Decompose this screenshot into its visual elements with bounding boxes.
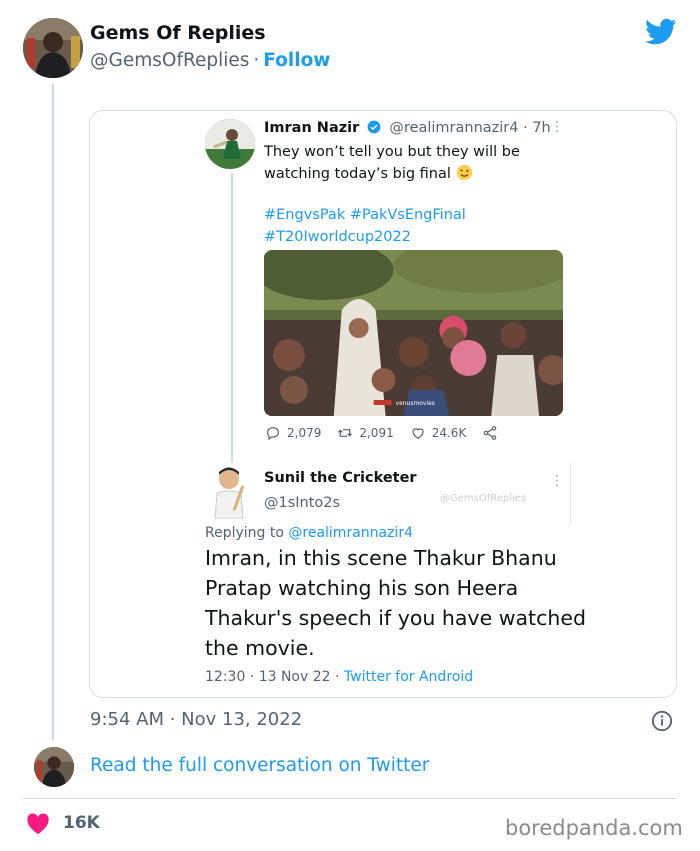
- imran-handle: @realimrannazir4 · 7h: [389, 120, 551, 136]
- like-count-inner: 24.6K: [431, 426, 467, 440]
- winking-face-icon: [456, 164, 472, 181]
- replying-prefix: Replying to: [205, 525, 284, 541]
- reply-meta: 12:30 · 13 Nov 22 · Twitter for Android: [205, 669, 473, 685]
- reply-client: Twitter for Android: [343, 669, 474, 685]
- share-icon: [484, 426, 497, 440]
- hashtags-line-2: #T20Iworldcup2022: [264, 229, 411, 245]
- heart-icon[interactable]: [26, 813, 50, 835]
- imran-tweet-text: They won’t tell you but they will be wat…: [264, 141, 554, 185]
- hashtags-line-1: #EngvsPak #PakVsEngFinal: [264, 207, 466, 223]
- verified-badge-icon: [367, 120, 381, 134]
- imran-tweet-body: They won’t tell you but they will be wat…: [264, 144, 520, 182]
- imran-name: Imran Nazir: [264, 120, 360, 136]
- watermark-text: @GemsOfReplies: [440, 493, 527, 504]
- tweet-embed: Gems Of Replies @GemsOfReplies · Follow Im…: [0, 0, 700, 851]
- retweet-icon: [338, 429, 353, 437]
- thread-line: [52, 84, 54, 740]
- reply-icon: [267, 427, 279, 441]
- reply-divider: [570, 463, 571, 523]
- author-handle[interactable]: @GemsOfReplies: [90, 50, 249, 71]
- reply-time: 12:30 · 13 Nov 22 ·: [205, 669, 344, 685]
- sunil-name: Sunil the Cricketer: [264, 470, 417, 486]
- boredpanda-watermark: boredpanda.com: [505, 816, 683, 840]
- author-avatar[interactable]: [23, 18, 83, 78]
- reply-text: Imran, in this scene Thakur Bhanu Pratap…: [205, 546, 586, 660]
- sunil-avatar: [207, 463, 255, 519]
- inner-thread-line: [231, 173, 233, 491]
- quoted-screenshot[interactable]: Imran Nazir @realimrannazir4 · 7h ⋮ They…: [89, 110, 677, 698]
- imran-avatar: [205, 119, 255, 169]
- media-caption: venusmovies: [396, 400, 435, 407]
- separator: ·: [253, 50, 260, 71]
- like-outline-icon: [412, 428, 424, 440]
- twitter-bird-icon[interactable]: [645, 18, 677, 46]
- reply-action: 2,079: [265, 425, 321, 441]
- like-action: 24.6K: [410, 425, 467, 441]
- footer-divider: [23, 798, 677, 799]
- tweet-timestamp[interactable]: 9:54 AM · Nov 13, 2022: [90, 709, 302, 730]
- reply-more-dots-icon: ⋮: [550, 473, 564, 489]
- sunil-handle: @1sInto2s: [264, 495, 341, 511]
- follow-button[interactable]: Follow: [263, 50, 330, 71]
- hashtags: #EngvsPak #PakVsEngFinal #T20Iworldcup20…: [264, 204, 564, 248]
- tweet-actions: 2,079 2,091 24.6K: [265, 425, 520, 441]
- info-icon[interactable]: [651, 710, 673, 732]
- movie-still-image: venusmovies: [264, 250, 563, 416]
- replying-mention: @realimrannazir4: [288, 525, 414, 541]
- imran-name-row: Imran Nazir @realimrannazir4 · 7h: [264, 120, 551, 136]
- share-action: [482, 425, 504, 441]
- retweet-count: 2,091: [359, 426, 394, 440]
- more-dots-icon: ⋮: [550, 119, 564, 135]
- read-full-conversation-link[interactable]: Read the full conversation on Twitter: [90, 755, 429, 776]
- reader-avatar[interactable]: [34, 747, 74, 787]
- author-name[interactable]: Gems Of Replies: [90, 22, 266, 44]
- retweet-action: 2,091: [337, 425, 394, 441]
- reply-count: 2,079: [287, 426, 322, 440]
- author-handle-row: @GemsOfReplies · Follow: [90, 50, 330, 71]
- replying-to-line: Replying to @realimrannazir4: [205, 525, 413, 541]
- like-count[interactable]: 16K: [63, 813, 100, 833]
